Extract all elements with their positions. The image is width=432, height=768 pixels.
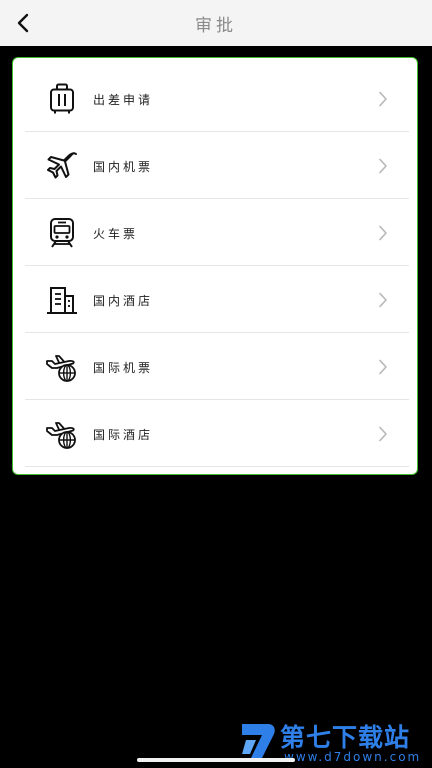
- menu-item-label: 国内酒店: [93, 293, 154, 308]
- train-icon: [45, 216, 79, 250]
- watermark-brand: 第七下载站: [280, 723, 411, 752]
- menu-item-international-flight[interactable]: 国际机票: [25, 334, 409, 400]
- airplane-icon: [45, 149, 79, 183]
- airplane-globe-icon: [45, 417, 79, 451]
- chevron-left-icon: [17, 13, 29, 33]
- back-button[interactable]: [6, 6, 40, 40]
- menu-item-trip-application[interactable]: 出差申请: [25, 66, 409, 132]
- watermark-logo-icon: [242, 724, 275, 758]
- chevron-right-icon: [375, 158, 391, 174]
- watermark-url: www.d7down.com: [284, 750, 422, 764]
- luggage-icon: [45, 82, 79, 116]
- menu-item-international-hotel[interactable]: 国际酒店: [25, 401, 409, 467]
- chevron-right-icon: [375, 91, 391, 107]
- chevron-right-icon: [375, 426, 391, 442]
- menu-item-label: 国内机票: [93, 159, 154, 174]
- menu-item-label: 国际酒店: [93, 427, 154, 442]
- menu-item-label: 国际机票: [93, 360, 154, 375]
- nav-header: 审批: [0, 0, 432, 46]
- menu-item-domestic-hotel[interactable]: 国内酒店: [25, 267, 409, 333]
- page-title: 审批: [195, 15, 237, 36]
- menu-item-label: 出差申请: [93, 92, 154, 107]
- chevron-right-icon: [375, 225, 391, 241]
- menu-card: 出差申请 国内机票 火车票 国内酒店 国际机票 国际酒店: [12, 57, 418, 475]
- airplane-globe-icon: [45, 350, 79, 384]
- menu-item-train-ticket[interactable]: 火车票: [25, 200, 409, 266]
- hotel-building-icon: [45, 283, 79, 317]
- menu-item-domestic-flight[interactable]: 国内机票: [25, 133, 409, 199]
- screen: 审批 出差申请 国内机票 火车票 国内酒店 国际机票 国际酒店 第七下载站 ww…: [0, 0, 432, 768]
- home-indicator[interactable]: [137, 758, 295, 762]
- menu-item-label: 火车票: [93, 226, 139, 241]
- chevron-right-icon: [375, 292, 391, 308]
- chevron-right-icon: [375, 359, 391, 375]
